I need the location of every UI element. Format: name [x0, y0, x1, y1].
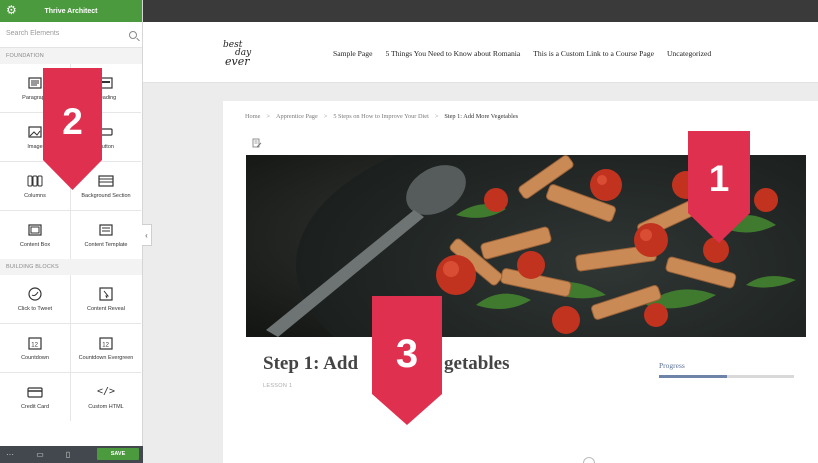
element-content-box[interactable]: Content Box: [0, 211, 70, 259]
panel-footer: ··· ▭ ▯ SAVE: [0, 446, 143, 463]
callout-ribbon-1: 1: [688, 131, 750, 243]
page-settings-icon[interactable]: ▯: [58, 450, 78, 459]
building-blocks-grid: Click to Tweet Content Reveal 12 Countdo…: [0, 275, 141, 421]
credit-card-icon: [27, 385, 43, 399]
callout-ribbon-2: 2: [43, 68, 102, 190]
callout-number: 3: [395, 332, 419, 376]
countdown-icon: 12: [27, 336, 43, 350]
svg-text:ever: ever: [225, 55, 250, 68]
breadcrumb-home[interactable]: Home: [245, 113, 260, 120]
element-label: Credit Card: [20, 403, 50, 410]
element-content-reveal[interactable]: Content Reveal: [71, 275, 141, 323]
breadcrumb-separator: >: [434, 113, 439, 120]
content-reveal-icon: [98, 286, 114, 301]
element-content-template[interactable]: Content Template: [71, 211, 141, 259]
element-countdown[interactable]: 12 Countdown: [0, 324, 70, 372]
breadcrumb-apprentice[interactable]: Apprentice Page: [276, 113, 318, 120]
content-box-icon: [27, 223, 43, 237]
svg-text:12: 12: [31, 342, 38, 348]
callout-number: 1: [708, 158, 730, 199]
site-logo[interactable]: best day ever: [219, 36, 265, 70]
progress-fill: [659, 375, 727, 378]
element-label: Content Box: [19, 241, 51, 248]
section-building-blocks: BUILDING BLOCKS: [0, 259, 142, 275]
element-label: Click to Tweet: [17, 305, 53, 312]
search-input[interactable]: Search Elements: [6, 30, 59, 37]
countdown-evergreen-icon: 12: [98, 336, 114, 350]
breadcrumb-separator: >: [266, 113, 270, 120]
element-label: Background Section: [81, 192, 131, 199]
nav-link-sample-page[interactable]: Sample Page: [333, 49, 372, 58]
search-icon: [129, 31, 137, 39]
panel-title: Thrive Architect: [44, 7, 98, 15]
gear-icon[interactable]: ⚙: [6, 4, 18, 16]
lesson-title-start: Step 1: Add: [263, 353, 359, 374]
image-icon: [27, 125, 43, 139]
breadcrumb: Home > Apprentice Page > 5 Steps on How …: [245, 113, 518, 120]
element-label: Countdown: [21, 354, 49, 361]
twitter-icon: [27, 286, 43, 301]
logo-graphic: best day ever: [223, 40, 252, 68]
element-label: Custom HTML: [88, 403, 124, 410]
paragraph-icon: [27, 76, 43, 90]
editor-topbar: [143, 0, 818, 22]
element-label: Image: [27, 143, 43, 150]
element-label: Columns: [24, 192, 46, 199]
element-countdown-evergreen[interactable]: 12 Countdown Evergreen: [71, 324, 141, 372]
responsive-icon[interactable]: ▭: [30, 450, 50, 459]
element-custom-html[interactable]: </> Custom HTML: [71, 373, 141, 421]
breadcrumb-current: Step 1: Add More Vegetables: [444, 113, 519, 120]
lesson-number: LESSON 1: [263, 383, 293, 389]
add-element-button[interactable]: [583, 457, 595, 463]
edit-lesson-icon[interactable]: [252, 138, 262, 148]
nav-link-uncategorized[interactable]: Uncategorized: [667, 49, 711, 58]
element-label: Content Reveal: [87, 305, 125, 312]
callout-number: 2: [62, 101, 83, 142]
more-icon[interactable]: ···: [0, 450, 20, 459]
panel-header: ⚙ Thrive Architect: [0, 0, 142, 22]
progress-bar: [659, 375, 794, 378]
lesson-title-end: getables: [444, 353, 510, 374]
breadcrumb-module[interactable]: 5 Steps on How to Improve Your Diet: [333, 113, 429, 120]
collapse-panel-button[interactable]: ‹: [142, 224, 152, 246]
section-foundation: FOUNDATION: [0, 48, 142, 64]
progress-label: Progress: [659, 361, 685, 370]
search-elements[interactable]: Search Elements: [0, 22, 142, 48]
element-click-to-tweet[interactable]: Click to Tweet: [0, 275, 70, 323]
save-button[interactable]: SAVE: [97, 448, 139, 460]
element-label: Content Template: [84, 241, 128, 248]
breadcrumb-separator: >: [323, 113, 328, 120]
primary-nav: Sample Page 5 Things You Need to Know ab…: [333, 49, 711, 58]
svg-text:12: 12: [102, 342, 109, 348]
callout-ribbon-3: 3: [372, 296, 442, 425]
content-template-icon: [98, 223, 114, 237]
nav-link-course-page[interactable]: This is a Custom Link to a Course Page: [533, 49, 654, 58]
site-header: best day ever Sample Page 5 Things You N…: [143, 22, 818, 83]
nav-link-romania[interactable]: 5 Things You Need to Know about Romania: [385, 49, 520, 58]
code-icon: </>: [96, 386, 116, 397]
columns-icon: [27, 174, 43, 188]
element-credit-card[interactable]: Credit Card: [0, 373, 70, 421]
chevron-left-icon: ‹: [145, 230, 148, 240]
element-label: Countdown Evergreen: [78, 354, 134, 361]
